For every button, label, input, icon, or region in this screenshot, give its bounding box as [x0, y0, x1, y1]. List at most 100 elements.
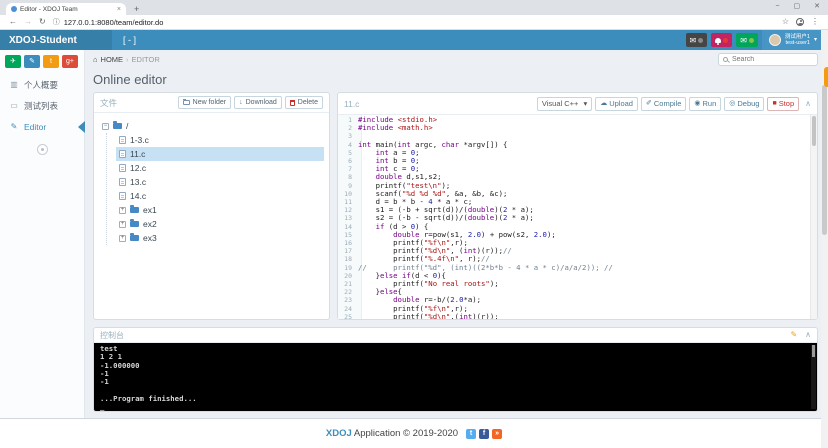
stop-button[interactable]: ■ Stop — [767, 97, 799, 111]
collapse-icon[interactable]: − — [102, 123, 109, 130]
tree-root[interactable]: − / — [99, 119, 324, 133]
compile-button[interactable]: ✐ Compile — [641, 97, 686, 111]
site-info-icon[interactable]: ⓘ — [53, 19, 60, 26]
rss-icon[interactable]: » — [492, 429, 502, 439]
tree-file[interactable]: 13.c — [116, 175, 324, 189]
chevron-down-icon: ▾ — [583, 99, 587, 108]
file-tree: − / 1-3.c 11.c — [94, 113, 329, 319]
messages-button[interactable]: ✉ — [686, 33, 708, 47]
new-tab-button[interactable]: + — [134, 5, 139, 14]
window-close-icon[interactable]: ✕ — [814, 3, 820, 10]
back-icon[interactable]: ← — [9, 18, 17, 26]
download-button[interactable]: ↓ Download — [234, 96, 282, 109]
page-scrollbar[interactable] — [821, 30, 828, 448]
chevron-down-icon: ▾ — [814, 37, 817, 43]
expand-icon[interactable]: + — [119, 221, 126, 228]
tree-folder[interactable]: + ex2 — [116, 217, 324, 231]
code-line[interactable]: 21 printf("No real roots"); — [338, 280, 817, 288]
upload-button[interactable]: ☁ Upload — [595, 97, 638, 111]
sidebar-quick-buttons: ✈ ✎ t g+ — [0, 50, 84, 74]
window-minimize-icon[interactable]: − — [775, 3, 779, 10]
sidebar-item-label: 测试列表 — [24, 100, 58, 112]
expand-icon[interactable]: + — [119, 207, 126, 214]
breadcrumb-home[interactable]: HOME — [101, 55, 124, 64]
expand-icon[interactable]: + — [119, 235, 126, 242]
file-icon — [119, 164, 126, 172]
search-icon — [723, 57, 728, 62]
folder-icon — [130, 207, 139, 213]
brand-logo[interactable]: XDOJ-Student — [0, 30, 112, 50]
breadcrumb-row: ⌂ HOME › EDITOR — [93, 52, 818, 67]
debug-button[interactable]: ◎ Debug — [724, 97, 764, 111]
line-number: 14 — [338, 223, 358, 231]
code-editor[interactable]: 1#include <stdio.h>2#include <math.h>3 4… — [338, 115, 817, 319]
breadcrumb-current: EDITOR — [132, 55, 160, 64]
code-text: #include <math.h> — [358, 124, 433, 132]
console-terminal[interactable]: test1 2 1-1.000000-1-1 ...Program finish… — [94, 343, 817, 411]
tree-file[interactable]: 12.c — [116, 161, 324, 175]
search-input[interactable] — [732, 56, 813, 63]
forward-icon[interactable]: → — [24, 18, 32, 26]
code-line[interactable]: 25 printf("%d\n",(int)(r)); — [338, 313, 817, 319]
edit-button[interactable]: ✎ — [24, 55, 40, 68]
mail-button[interactable]: ✉ — [736, 33, 758, 47]
twitter-icon[interactable]: t — [466, 429, 476, 439]
run-button[interactable]: ◉ Run — [689, 97, 721, 111]
page-title-row: Online editor — [93, 67, 818, 92]
new-folder-button[interactable]: New folder — [178, 96, 231, 109]
send-button[interactable]: ✈ — [5, 55, 21, 68]
line-number: 11 — [338, 198, 358, 206]
edit-pencil-icon[interactable]: ✎ — [790, 331, 797, 339]
twitter-button[interactable]: t — [43, 55, 59, 68]
browser-window: Editor - XDOJ Team × + − ▢ ✕ ← → ↻ ⓘ 127… — [0, 0, 828, 448]
delete-button[interactable]: Delete — [285, 96, 323, 109]
console-line: ...Program finished... — [100, 395, 811, 403]
line-number: 24 — [338, 305, 358, 313]
notifications-button[interactable] — [711, 33, 732, 47]
line-number: 3 — [338, 132, 358, 140]
panel-collapse-icon[interactable]: ∧ — [805, 331, 811, 339]
scrollbar-thumb[interactable] — [812, 345, 815, 357]
facebook-icon[interactable]: f — [479, 429, 489, 439]
tree-file[interactable]: 14.c — [116, 189, 324, 203]
tree-file[interactable]: 1-3.c — [116, 133, 324, 147]
address-bar[interactable]: ⓘ 127.0.0.1:8080/team/editor.do — [53, 18, 775, 27]
sidebar-toggle[interactable]: [ - ] — [112, 30, 147, 50]
menu-kebab-icon[interactable]: ⋮ — [811, 18, 819, 26]
line-number: 9 — [338, 182, 358, 190]
code-line[interactable]: 2#include <math.h> — [338, 124, 817, 132]
sidebar-item-profile[interactable]: ▥ 个人概要 — [0, 74, 84, 95]
line-number: 22 — [338, 288, 358, 296]
avatar — [769, 34, 781, 46]
scrollbar-thumb[interactable] — [812, 116, 816, 146]
chart-icon: ▥ — [9, 81, 19, 89]
sidebar-collapse-toggle[interactable] — [37, 144, 48, 155]
line-number: 10 — [338, 190, 358, 198]
user-name-cn: 测试用户1 — [785, 34, 810, 40]
language-select[interactable]: Visual C++ ▾ — [537, 97, 592, 111]
profile-icon[interactable] — [796, 18, 804, 26]
share-button[interactable]: g+ — [62, 55, 78, 68]
console-scrollbar[interactable] — [811, 345, 816, 409]
tree-root-label: / — [126, 121, 128, 131]
user-name-en: test-user1 — [786, 40, 810, 46]
window-maximize-icon[interactable]: ▢ — [794, 3, 801, 10]
tree-file-selected[interactable]: 11.c — [116, 147, 324, 161]
panel-collapse-icon[interactable]: ∧ — [805, 100, 811, 108]
reload-icon[interactable]: ↻ — [39, 18, 46, 26]
bookmark-star-icon[interactable]: ☆ — [782, 18, 789, 26]
tab-close-icon[interactable]: × — [117, 6, 121, 13]
scrollbar-thumb[interactable] — [822, 85, 827, 235]
user-menu[interactable]: 测试用户1 test-user1 ▾ — [762, 30, 824, 50]
sidebar-item-editor[interactable]: ✎ Editor — [0, 116, 84, 137]
tree-folder[interactable]: + ex3 — [116, 231, 324, 245]
browser-tab[interactable]: Editor - XDOJ Team × — [6, 3, 126, 15]
sidebar-item-testlist[interactable]: ▭ 测试列表 — [0, 95, 84, 116]
tree-folder[interactable]: + ex1 — [116, 203, 324, 217]
line-number: 2 — [338, 124, 358, 132]
settings-toggle-button[interactable]: ✱ — [824, 67, 828, 87]
edit-icon: ✎ — [9, 123, 19, 131]
editor-scrollbar[interactable] — [810, 115, 817, 319]
line-number: 1 — [338, 116, 358, 124]
share-icon: g+ — [66, 58, 74, 65]
